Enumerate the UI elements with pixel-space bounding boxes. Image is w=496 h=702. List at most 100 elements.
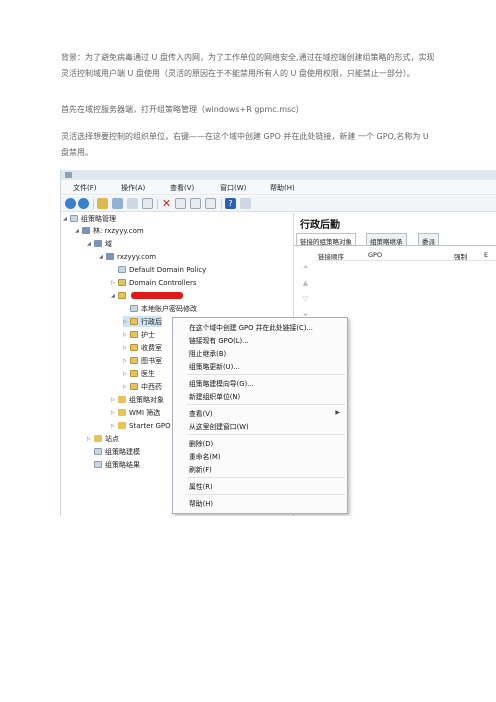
tree-modeling[interactable]: 组策略建模 xyxy=(87,446,140,457)
menu-modeling-wizard[interactable]: 组策略建模向导(G)... xyxy=(189,378,254,388)
sites-icon xyxy=(94,435,102,442)
folder-icon xyxy=(118,409,126,416)
ou-icon xyxy=(130,383,138,390)
expand-icon[interactable]: ▷ xyxy=(123,345,130,351)
tree-starter-gpo[interactable]: ▷ Starter GPO xyxy=(111,420,171,431)
folder-icon xyxy=(118,422,126,429)
tree-ou[interactable]: ▷ 中西药 xyxy=(123,381,162,392)
menu-rename[interactable]: 重命名(M) xyxy=(189,451,221,461)
domains-icon xyxy=(94,240,102,247)
expand-icon[interactable]: ▷ xyxy=(123,384,130,390)
collapse-icon[interactable]: ◢ xyxy=(87,241,94,247)
modeling-icon xyxy=(94,448,102,455)
expand-icon[interactable]: ▷ xyxy=(111,397,118,403)
expand-icon[interactable]: ▷ xyxy=(123,371,130,377)
expand-icon[interactable]: ▷ xyxy=(87,436,94,442)
menu-block-inheritance[interactable]: 阻止继承(B) xyxy=(189,348,226,358)
menu-help[interactable]: 帮助(H) xyxy=(189,498,213,508)
menu-file[interactable]: 文件(F) xyxy=(73,183,97,193)
menu-view[interactable]: 查看(V) xyxy=(170,183,194,193)
menu-refresh[interactable]: 刷新(F) xyxy=(189,464,212,474)
menu-action[interactable]: 操作(A) xyxy=(121,183,145,193)
gpo-link-icon xyxy=(130,305,138,312)
col-gpo[interactable]: GPO xyxy=(368,251,382,259)
paragraph-background: 背景：为了避免病毒通过 U 盘传入内网，为了工作单位的网络安全,通过在域控端创建… xyxy=(61,53,435,78)
show-tree-icon[interactable] xyxy=(112,198,123,209)
expand-icon[interactable]: ▷ xyxy=(123,358,130,364)
menu-create-gpo-link[interactable]: 在这个域中创建 GPO 并在此处链接(C)... xyxy=(189,322,313,332)
tree-sites[interactable]: ▷ 站点 xyxy=(87,433,119,444)
collapse-icon[interactable]: ◢ xyxy=(99,254,106,260)
delete-icon[interactable]: ✕ xyxy=(161,198,172,209)
menu-help[interactable]: 帮助(H) xyxy=(270,183,295,193)
tab-inheritance[interactable]: 组策略继承 xyxy=(366,233,407,246)
action-pane-icon[interactable] xyxy=(240,198,251,209)
tree-domain-controllers[interactable]: ▷ Domain Controllers xyxy=(111,277,196,288)
ou-icon xyxy=(130,344,138,351)
forest-icon xyxy=(82,227,90,234)
tree-root[interactable]: ◢ 组策略管理 xyxy=(63,213,116,224)
expand-icon[interactable]: ▷ xyxy=(111,410,118,416)
menu-delete[interactable]: 删除(D) xyxy=(189,438,213,448)
window-title-bar xyxy=(61,170,496,180)
paste-icon[interactable] xyxy=(142,198,153,209)
menu-new-ou[interactable]: 新建组织单位(N) xyxy=(189,391,240,401)
tab-linked-gpos[interactable]: 链接的组策略对象 xyxy=(296,233,356,246)
tree-local-policy[interactable]: 本地账户密码修改 xyxy=(123,303,197,314)
menu-new-window[interactable]: 从这里创建窗口(W) xyxy=(189,421,249,431)
paragraph-open-gpmc: 首先在域控服务器端，打开组策略管理（windows+R gpmc.msc） xyxy=(61,105,304,114)
collapse-icon[interactable]: ◢ xyxy=(111,293,118,299)
redaction-mark xyxy=(131,292,183,299)
col-enforced[interactable]: 强制 xyxy=(454,251,467,261)
menu-window[interactable]: 窗口(W) xyxy=(220,183,246,193)
col-enabled[interactable]: E xyxy=(484,251,488,259)
ou-icon xyxy=(118,279,126,286)
refresh-icon[interactable] xyxy=(190,198,201,209)
expand-icon[interactable]: ▷ xyxy=(123,332,130,338)
tree-ou[interactable]: ▷ 收费室 xyxy=(123,342,162,353)
tree-gpo-objects[interactable]: ▷ 组策略对象 xyxy=(111,394,164,405)
tree-ou[interactable]: ▷ 护士 xyxy=(123,329,155,340)
copy-icon[interactable] xyxy=(127,198,138,209)
domain-icon xyxy=(106,253,114,260)
collapse-icon[interactable]: ◢ xyxy=(63,216,70,222)
tab-delegation[interactable]: 委派 xyxy=(418,233,439,246)
move-top-icon[interactable]: ⏶ xyxy=(301,263,310,271)
properties-icon[interactable] xyxy=(175,198,186,209)
tree-wmi-filters[interactable]: ▷ WMI 筛选 xyxy=(111,407,160,418)
move-up-icon[interactable]: ▲ xyxy=(301,279,310,287)
ou-icon xyxy=(118,292,126,299)
context-menu: 在这个域中创建 GPO 并在此处链接(C)... 链接现有 GPO(L)... … xyxy=(172,317,348,514)
paragraph-select-ou: 灵活选择想要控制的组织单位，右键——在这个域中创建 GPO 并在此处链接，新建 … xyxy=(61,132,429,157)
collapse-icon[interactable]: ◢ xyxy=(75,228,82,234)
tree-ou[interactable]: ▷ 医生 xyxy=(123,368,155,379)
col-link-order[interactable]: 链接顺序 xyxy=(318,251,344,261)
pane-title: 行政后勤 xyxy=(300,220,340,231)
up-folder-icon[interactable] xyxy=(97,198,108,209)
tree-redacted-ou[interactable]: ◢ xyxy=(111,290,183,301)
tree-ou-selected[interactable]: ▷ 行政后 xyxy=(123,316,162,327)
expand-icon[interactable]: ▷ xyxy=(111,280,118,286)
toolbar: ✕ ? xyxy=(61,196,496,212)
gpmc-icon xyxy=(70,215,78,222)
menu-gp-update[interactable]: 组策略更新(U)... xyxy=(189,361,240,371)
tree-domain[interactable]: ◢ rxzyyy.com xyxy=(99,251,156,262)
folder-icon xyxy=(118,396,126,403)
menu-link-existing-gpo[interactable]: 链接现有 GPO(L)... xyxy=(189,335,249,345)
move-down-icon[interactable]: ▽ xyxy=(301,295,310,303)
expand-icon[interactable]: ▷ xyxy=(123,319,130,325)
export-icon[interactable] xyxy=(205,198,216,209)
tree-domains[interactable]: ◢ 域 xyxy=(87,238,112,249)
menu-properties[interactable]: 属性(R) xyxy=(189,481,213,491)
submenu-arrow-icon: ▶ xyxy=(335,409,340,416)
menu-view[interactable]: 查看(V) xyxy=(189,408,213,418)
tree-forest[interactable]: ◢ 林: rxzyyy.com xyxy=(75,225,144,236)
tree-ou[interactable]: ▷ 图书室 xyxy=(123,355,162,366)
tree-results[interactable]: 组策略结果 xyxy=(87,459,140,470)
help-icon[interactable]: ? xyxy=(225,198,236,209)
gpo-link-icon xyxy=(118,266,126,273)
forward-icon[interactable] xyxy=(78,198,89,209)
back-icon[interactable] xyxy=(65,198,76,209)
tree-default-domain-policy[interactable]: Default Domain Policy xyxy=(111,264,206,275)
expand-icon[interactable]: ▷ xyxy=(111,423,118,429)
